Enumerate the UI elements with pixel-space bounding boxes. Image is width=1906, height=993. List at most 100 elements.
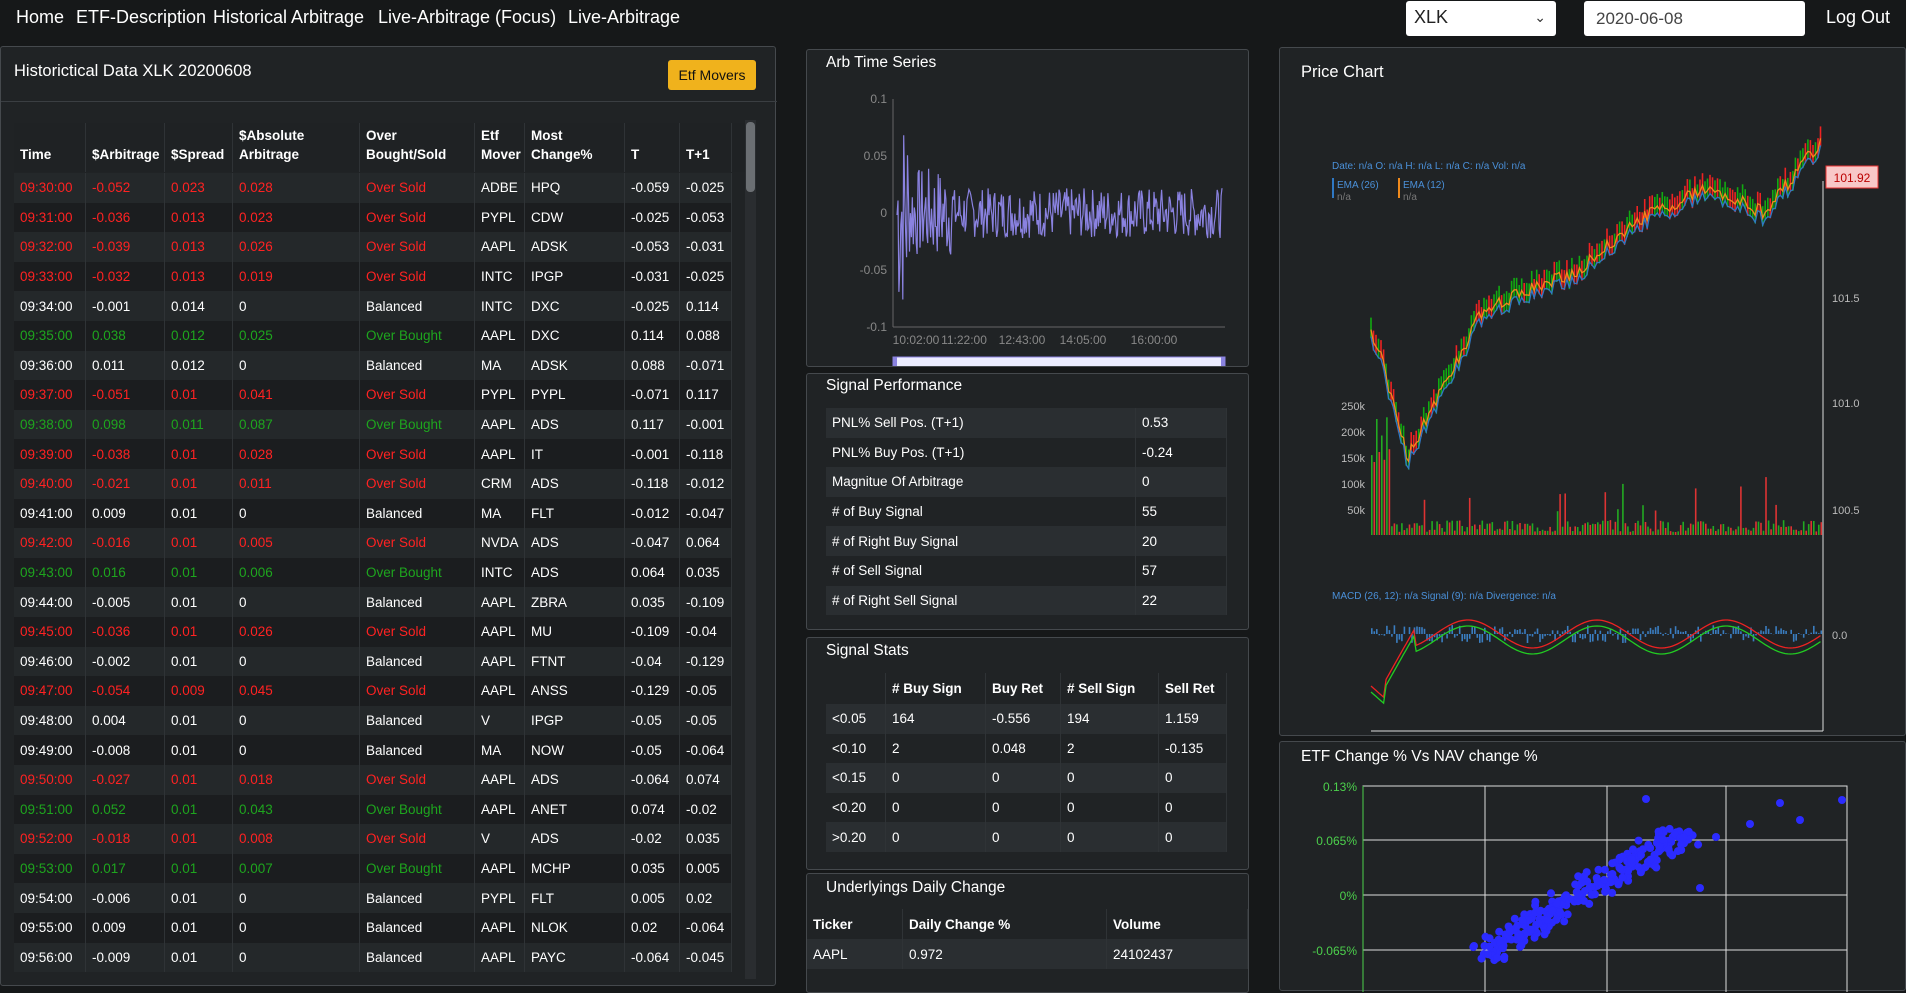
table-row[interactable]: 09:53:000.0170.010.007Over BoughtAAPLMCH… — [14, 854, 732, 884]
volume-bar — [1775, 505, 1777, 535]
nav-live-arbitrage-focus[interactable]: Live-Arbitrage (Focus) — [378, 7, 556, 28]
table-cell: 0.028 — [233, 439, 360, 469]
table-row[interactable]: 09:56:00-0.0090.010BalancedAAPLPAYC-0.06… — [14, 943, 732, 973]
column-header[interactable]: Daily Change % — [903, 909, 1107, 939]
scatter-point — [1574, 872, 1582, 880]
table-row[interactable]: 09:43:000.0160.010.006Over BoughtINTCADS… — [14, 558, 732, 588]
table-cell: 0.019 — [233, 262, 360, 292]
table-cell: AAPL — [475, 765, 525, 795]
volume-bar — [1562, 527, 1564, 535]
table-row[interactable]: 09:45:00-0.0360.010.026Over SoldAAPLMU-0… — [14, 617, 732, 647]
table-cell: 0.035 — [680, 824, 732, 854]
table-cell: 194 — [1061, 704, 1159, 734]
column-header[interactable]: $Absolute Arbitrage — [233, 123, 360, 172]
volume-bar — [1492, 522, 1494, 535]
column-header[interactable]: Etf Mover — [475, 123, 525, 172]
macd-histogram-bar — [1419, 627, 1421, 634]
table-cell: Over Bought — [360, 854, 475, 884]
ticker-select[interactable]: XLK ⌄ — [1406, 1, 1556, 36]
nav-etf-description[interactable]: ETF-Description — [76, 7, 206, 28]
table-cell: 0.007 — [233, 854, 360, 884]
table-cell: MCHP — [525, 854, 625, 884]
table-cell: 0 — [233, 735, 360, 765]
volume-bar — [1647, 527, 1649, 535]
scrollbar-thumb[interactable] — [746, 122, 755, 192]
table-row[interactable]: 09:54:00-0.0060.010BalancedPYPLFLT0.0050… — [14, 883, 732, 913]
column-header[interactable]: Volume — [1107, 909, 1248, 939]
historical-table-scrollbar[interactable] — [745, 120, 756, 979]
table-row[interactable]: 09:36:000.0110.0120BalancedMAADSK0.088-0… — [14, 351, 732, 381]
table-cell: 0.048 — [986, 734, 1061, 764]
table-row[interactable]: 09:33:00-0.0320.0130.019Over SoldINTCIPG… — [14, 262, 732, 292]
table-row[interactable]: 09:31:00-0.0360.0130.023Over SoldPYPLCDW… — [14, 203, 732, 233]
volume-bar — [1627, 526, 1629, 535]
macd-histogram-bar — [1514, 629, 1516, 634]
table-row[interactable]: 09:52:00-0.0180.010.008Over SoldVADS-0.0… — [14, 824, 732, 854]
volume-bar — [1431, 521, 1433, 535]
x-tick-label: 16:00:00 — [1131, 333, 1178, 347]
table-cell: 164 — [886, 704, 986, 734]
table-row[interactable]: 09:44:00-0.0050.010BalancedAAPLZBRA0.035… — [14, 587, 732, 617]
scatter-point — [1562, 891, 1570, 899]
navigator-handle-right[interactable] — [1221, 357, 1225, 366]
column-header[interactable]: $Arbitrage — [86, 123, 165, 172]
table-cell: 0.01 — [165, 706, 233, 736]
etf-movers-button[interactable]: Etf Movers — [668, 60, 756, 90]
scatter-point — [1677, 846, 1685, 854]
volume-bar — [1527, 524, 1529, 535]
table-row[interactable]: 09:50:00-0.0270.010.018Over SoldAAPLADS-… — [14, 765, 732, 795]
column-header[interactable]: Ticker — [807, 909, 903, 939]
x-tick-label: 10:02:00 — [893, 333, 940, 347]
scatter-point — [1838, 796, 1846, 804]
column-header[interactable]: Most Change% — [525, 123, 625, 172]
table-row[interactable]: 09:48:000.0040.010BalancedVIPGP-0.05-0.0… — [14, 706, 732, 736]
macd-histogram-bar — [1710, 634, 1712, 635]
macd-histogram-bar — [1720, 634, 1722, 636]
column-header[interactable]: T — [625, 123, 680, 172]
table-cell: 0.028 — [233, 173, 360, 203]
nav-historical-arbitrage[interactable]: Historical Arbitrage — [213, 7, 364, 28]
table-row[interactable]: 09:38:000.0980.0110.087Over BoughtAAPLAD… — [14, 410, 732, 440]
table-row[interactable]: 09:51:000.0520.010.043Over BoughtAAPLANE… — [14, 795, 732, 825]
column-header[interactable]: T+1 — [680, 123, 732, 172]
volume-tick-label: 100k — [1341, 479, 1365, 491]
table-cell: AAPL — [475, 587, 525, 617]
table-row[interactable]: 09:41:000.0090.010BalancedMAFLT-0.012-0.… — [14, 499, 732, 529]
nav-live-arbitrage[interactable]: Live-Arbitrage — [568, 7, 680, 28]
volume-bar — [1705, 524, 1707, 535]
table-row[interactable]: 09:39:00-0.0380.010.028Over SoldAAPLIT-0… — [14, 439, 732, 469]
volume-bar — [1600, 524, 1602, 535]
table-row[interactable]: 09:47:00-0.0540.0090.045Over SoldAAPLANS… — [14, 676, 732, 706]
y-tick-label: 0.065% — [1316, 834, 1357, 848]
volume-bar — [1444, 532, 1446, 535]
macd-histogram-bar — [1431, 634, 1433, 642]
table-row[interactable]: 09:32:00-0.0390.0130.026Over SoldAAPLADS… — [14, 232, 732, 262]
macd-histogram-bar — [1502, 627, 1504, 634]
table-cell: 09:45:00 — [14, 617, 86, 647]
column-header[interactable]: $Spread — [165, 123, 233, 172]
table-row[interactable]: 09:46:00-0.0020.010BalancedAAPLFTNT-0.04… — [14, 647, 732, 677]
y-tick-label: -0.05 — [860, 263, 888, 277]
volume-bar — [1657, 530, 1659, 536]
table-row[interactable]: 09:30:00-0.0520.0230.028Over SoldADBEHPQ… — [14, 173, 732, 203]
table-row[interactable]: 09:40:00-0.0210.010.011Over SoldCRMADS-0… — [14, 469, 732, 499]
range-navigator[interactable] — [893, 357, 1225, 366]
table-row[interactable]: 09:42:00-0.0160.010.005Over SoldNVDAADS-… — [14, 528, 732, 558]
table-cell: 0 — [986, 822, 1061, 852]
column-header[interactable]: Over Bought/Sold — [360, 123, 475, 172]
volume-bar — [1579, 531, 1581, 535]
table-row[interactable]: 09:55:000.0090.010BalancedAAPLNLOK0.02-0… — [14, 913, 732, 943]
table-row[interactable]: 09:49:00-0.0080.010BalancedMANOW-0.05-0.… — [14, 735, 732, 765]
nav-home[interactable]: Home — [16, 7, 64, 28]
macd-histogram-bar — [1592, 634, 1594, 642]
table-row[interactable]: 09:37:00-0.0510.010.041Over SoldPYPLPYPL… — [14, 380, 732, 410]
column-header[interactable]: Time — [14, 123, 86, 172]
table-row[interactable]: 09:34:00-0.0010.0140BalancedINTCDXC-0.02… — [14, 291, 732, 321]
table-cell: 0.026 — [233, 617, 360, 647]
volume-bar — [1778, 525, 1780, 535]
date-input[interactable]: 2020-06-08 — [1584, 1, 1805, 36]
table-cell: Over Sold — [360, 676, 475, 706]
table-row[interactable]: 09:35:000.0380.0120.025Over BoughtAAPLDX… — [14, 321, 732, 351]
logout-link[interactable]: Log Out — [1826, 7, 1890, 28]
navigator-handle-left[interactable] — [893, 357, 897, 366]
